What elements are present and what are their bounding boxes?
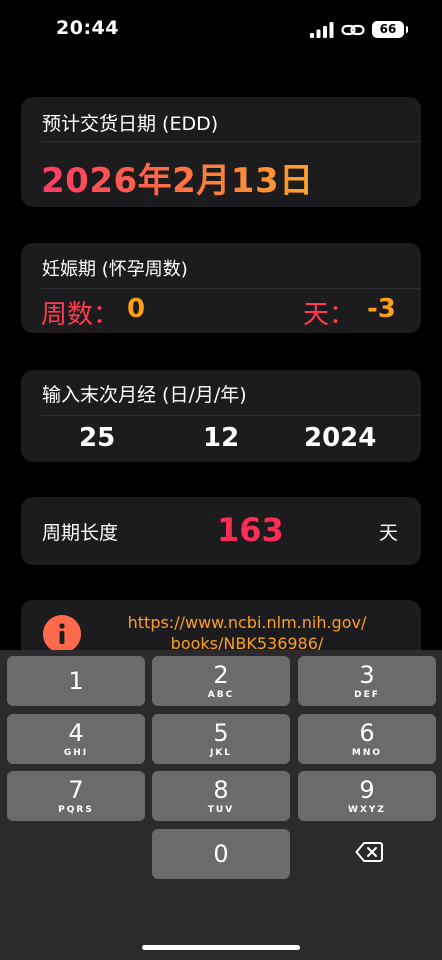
divider bbox=[42, 141, 421, 142]
cycle-card: 周期长度 163 天 bbox=[21, 497, 421, 565]
key-number: 1 bbox=[68, 667, 84, 695]
key-letters: DEF bbox=[354, 690, 380, 700]
days-label: 天： bbox=[303, 300, 356, 330]
key-number: 4 bbox=[68, 719, 84, 747]
key-8[interactable]: 8 TUV bbox=[152, 771, 290, 821]
weeks-label: 周数： bbox=[41, 300, 120, 330]
battery-level: 66 bbox=[379, 22, 397, 36]
weeks-value: 0 bbox=[127, 294, 146, 324]
lmp-day-input[interactable]: 25 bbox=[79, 423, 115, 453]
edd-value: 2026年2月13日 bbox=[41, 153, 314, 202]
signal-icon bbox=[310, 22, 334, 38]
key-3[interactable]: 3 DEF bbox=[298, 656, 436, 706]
key-7[interactable]: 7 PQRS bbox=[7, 771, 145, 821]
link-icon bbox=[341, 24, 365, 36]
key-letters: GHI bbox=[63, 748, 89, 758]
gestation-card: 妊娠期 (怀孕周数) 周数： 0 天： -3 bbox=[21, 243, 421, 333]
battery-icon: 66 bbox=[372, 21, 408, 38]
key-9[interactable]: 9 WXYZ bbox=[298, 771, 436, 821]
days-value: -3 bbox=[367, 294, 396, 324]
lmp-card: 输入末次月经 (日/月/年) 25 12 2024 bbox=[21, 370, 421, 462]
key-letters: MNO bbox=[351, 748, 383, 758]
reference-link-line1: https://www.ncbi.nlm.nih.gov/ bbox=[127, 613, 367, 632]
delete-icon[interactable] bbox=[355, 841, 383, 863]
key-1[interactable]: 1 bbox=[7, 656, 145, 706]
key-number: 5 bbox=[213, 719, 229, 747]
info-icon bbox=[43, 615, 81, 653]
key-number: 8 bbox=[213, 776, 229, 804]
cycle-label: 周期长度 bbox=[42, 522, 119, 544]
key-0[interactable]: 0 bbox=[152, 829, 290, 879]
key-letters: TUV bbox=[207, 805, 235, 815]
key-letters: WXYZ bbox=[348, 805, 386, 815]
status-bar: 20:44 66 bbox=[0, 0, 442, 60]
home-indicator[interactable] bbox=[142, 945, 300, 950]
key-letters: PQRS bbox=[58, 805, 94, 815]
lmp-label: 输入末次月经 (日/月/年) bbox=[42, 384, 247, 406]
key-letters: ABC bbox=[207, 690, 235, 700]
key-number: 7 bbox=[68, 776, 84, 804]
key-number: 6 bbox=[359, 719, 375, 747]
key-number: 9 bbox=[359, 776, 375, 804]
divider bbox=[42, 415, 421, 416]
cycle-unit: 天 bbox=[379, 522, 399, 544]
key-letters: JKL bbox=[209, 748, 233, 758]
lmp-year-input[interactable]: 2024 bbox=[304, 423, 376, 453]
edd-label: 预计交货日期 (EDD) bbox=[42, 113, 219, 135]
key-number: 2 bbox=[213, 661, 229, 689]
lmp-month-input[interactable]: 12 bbox=[203, 423, 239, 453]
edd-card: 预计交货日期 (EDD) 2026年2月13日 bbox=[21, 97, 421, 207]
cycle-length-input[interactable]: 163 bbox=[217, 511, 284, 549]
key-4[interactable]: 4 GHI bbox=[7, 714, 145, 764]
key-5[interactable]: 5 JKL bbox=[152, 714, 290, 764]
reference-link[interactable]: https://www.ncbi.nlm.nih.gov/ books/NBK5… bbox=[87, 612, 407, 654]
gestation-label: 妊娠期 (怀孕周数) bbox=[42, 259, 188, 280]
numeric-keyboard: 1 2 ABC 3 DEF 4 GHI 5 JKL 6 MNO 7 PQRS 8… bbox=[0, 650, 442, 960]
key-number: 3 bbox=[359, 661, 375, 689]
divider bbox=[42, 288, 421, 289]
key-number: 0 bbox=[213, 840, 229, 868]
key-2[interactable]: 2 ABC bbox=[152, 656, 290, 706]
status-time: 20:44 bbox=[56, 17, 119, 39]
key-6[interactable]: 6 MNO bbox=[298, 714, 436, 764]
